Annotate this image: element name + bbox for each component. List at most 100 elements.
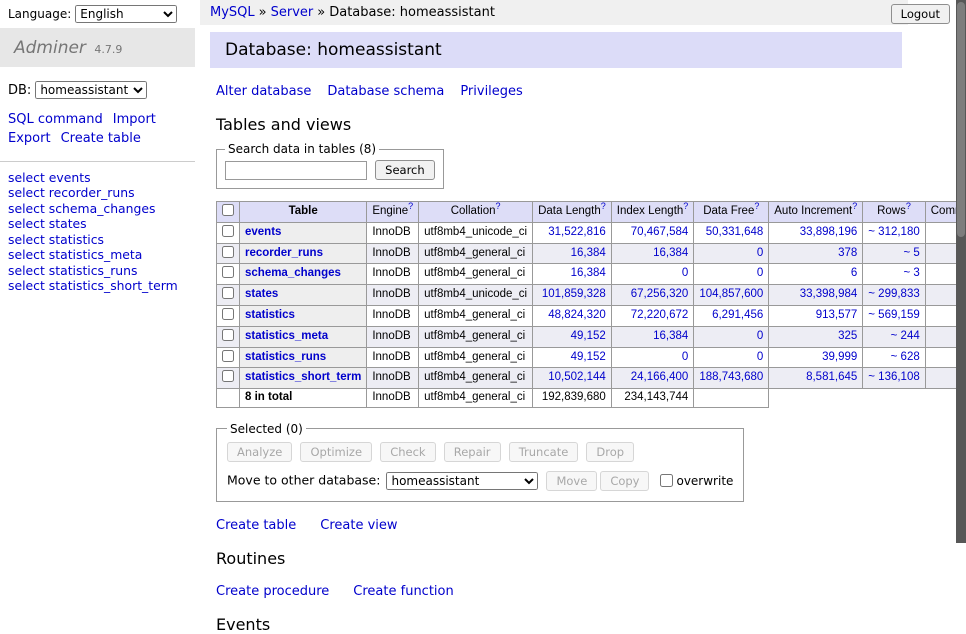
rows-help-link[interactable]: ? [906,201,911,211]
move-db-select[interactable]: homeassistant [386,472,538,490]
row-checkbox[interactable] [222,287,234,299]
row-checkbox[interactable] [222,370,234,382]
privileges-link[interactable]: Privileges [460,84,523,99]
table-name-link[interactable]: statistics [245,309,295,321]
create-function-link[interactable]: Create function [353,584,453,599]
copy-button[interactable]: Copy [600,471,649,491]
table-name-link[interactable]: recorder_runs [245,247,323,259]
auto-increment-link[interactable]: 913,577 [816,309,858,321]
data-length-link[interactable]: 49,152 [571,351,606,363]
search-button[interactable]: Search [375,160,435,180]
collation-help-link[interactable]: ? [495,201,500,211]
data-free-link[interactable]: 104,857,600 [699,288,763,300]
alter-database-link[interactable]: Alter database [216,84,311,99]
table-name-link[interactable]: schema_changes [245,267,341,279]
table-structure-link[interactable]: recorder_runs [49,185,135,200]
breadcrumb-mysql-link[interactable]: MySQL [210,5,255,20]
table-structure-link[interactable]: schema_changes [49,201,156,216]
select-table-link[interactable]: select [8,247,45,262]
create-table-link-main[interactable]: Create table [216,518,296,533]
auto-increment-help-link[interactable]: ? [852,201,857,211]
data-free-link[interactable]: 0 [757,351,763,363]
rows-count-link[interactable]: ~ 3 [903,267,919,279]
auto-increment-link[interactable]: 33,398,984 [800,288,858,300]
data-length-link[interactable]: 49,152 [571,330,606,342]
data-free-link[interactable]: 0 [757,267,763,279]
data-length-link[interactable]: 16,384 [571,267,606,279]
row-checkbox[interactable] [222,246,234,258]
data-free-link[interactable]: 6,291,456 [712,309,763,321]
rows-count-link[interactable]: ~ 5 [903,247,919,259]
database-schema-link[interactable]: Database schema [327,84,444,99]
data-length-help-link[interactable]: ? [601,201,606,211]
table-structure-link[interactable]: states [49,216,87,231]
overwrite-checkbox[interactable] [660,474,673,487]
row-checkbox[interactable] [222,225,234,237]
rows-count-link[interactable]: ~ 136,108 [868,371,919,383]
overwrite-label[interactable]: overwrite [676,474,733,488]
table-name-link[interactable]: statistics_runs [245,351,326,363]
row-checkbox[interactable] [222,350,234,362]
drop-button[interactable]: Drop [586,442,634,462]
auto-increment-link[interactable]: 6 [851,267,857,279]
check-button[interactable]: Check [380,442,435,462]
rows-count-link[interactable]: ~ 244 [891,330,920,342]
select-table-link[interactable]: select [8,232,45,247]
select-all-checkbox[interactable] [222,204,234,216]
auto-increment-link[interactable]: 325 [838,330,857,342]
index-length-link[interactable]: 67,256,320 [631,288,689,300]
adminer-logo-link[interactable]: Adminer [14,38,86,58]
table-structure-link[interactable]: statistics [49,232,104,247]
rows-count-link[interactable]: ~ 628 [891,351,920,363]
table-name-link[interactable]: states [245,288,278,300]
data-length-link[interactable]: 48,824,320 [548,309,606,321]
select-table-link[interactable]: select [8,201,45,216]
select-table-link[interactable]: select [8,278,45,293]
table-name-link[interactable]: statistics_short_term [245,371,361,383]
create-table-link[interactable]: Create table [61,131,141,146]
index-length-link[interactable]: 70,467,584 [631,226,689,238]
db-select[interactable]: homeassistant [35,81,147,99]
repair-button[interactable]: Repair [444,442,501,462]
auto-increment-link[interactable]: 39,999 [822,351,857,363]
table-structure-link[interactable]: statistics_short_term [49,278,178,293]
move-button[interactable]: Move [546,471,597,491]
table-structure-link[interactable]: events [49,170,91,185]
index-length-link[interactable]: 72,220,672 [631,309,689,321]
data-length-link[interactable]: 101,859,328 [542,288,606,300]
auto-increment-link[interactable]: 33,898,196 [800,226,858,238]
data-length-link[interactable]: 16,384 [571,247,606,259]
data-free-link[interactable]: 50,331,648 [706,226,764,238]
index-length-link[interactable]: 0 [682,351,688,363]
create-view-link[interactable]: Create view [320,518,397,533]
engine-help-link[interactable]: ? [408,201,413,211]
data-free-link[interactable]: 188,743,680 [699,371,763,383]
scrollbar[interactable] [956,0,966,543]
index-length-link[interactable]: 16,384 [653,247,688,259]
index-length-link[interactable]: 16,384 [653,330,688,342]
sql-command-link[interactable]: SQL command [8,112,103,127]
scrollbar-thumb[interactable] [957,2,965,237]
search-input[interactable] [225,161,367,180]
import-link[interactable]: Import [113,112,156,127]
rows-count-link[interactable]: ~ 569,159 [868,309,919,321]
rows-count-link[interactable]: ~ 299,833 [868,288,919,300]
data-length-link[interactable]: 31,522,816 [548,226,606,238]
export-link[interactable]: Export [8,131,51,146]
data-free-link[interactable]: 0 [757,247,763,259]
create-procedure-link[interactable]: Create procedure [216,584,329,599]
select-table-link[interactable]: select [8,185,45,200]
index-length-help-link[interactable]: ? [683,201,688,211]
auto-increment-link[interactable]: 378 [838,247,857,259]
index-length-link[interactable]: 0 [682,267,688,279]
row-checkbox[interactable] [222,266,234,278]
row-checkbox[interactable] [222,329,234,341]
table-name-link[interactable]: statistics_meta [245,330,328,342]
data-free-link[interactable]: 0 [757,330,763,342]
breadcrumb-server-link[interactable]: Server [271,5,314,20]
table-structure-link[interactable]: statistics_meta [49,247,143,262]
rows-count-link[interactable]: ~ 312,180 [868,226,919,238]
logout-button[interactable]: Logout [891,4,950,24]
select-table-link[interactable]: select [8,263,45,278]
select-table-link[interactable]: select [8,216,45,231]
